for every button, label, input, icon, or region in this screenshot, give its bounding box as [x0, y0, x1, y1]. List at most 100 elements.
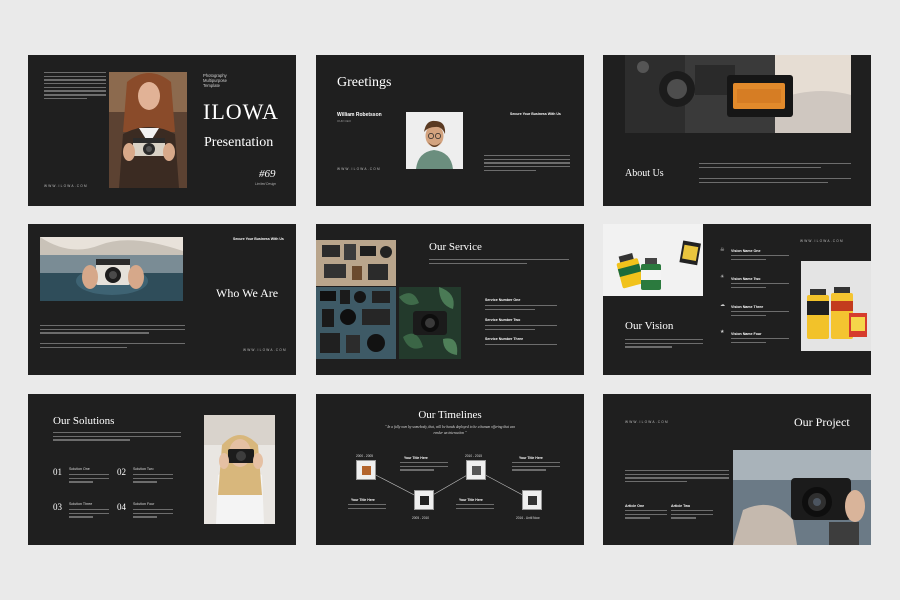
solution-4-text — [133, 509, 173, 520]
timeline-thumb-1 — [356, 460, 376, 480]
timeline-thumb-4 — [522, 490, 542, 510]
slide-our-service[interactable]: Our Service Service Number One Service N… — [316, 224, 584, 375]
timeline-title-1: Your Title Here — [351, 498, 375, 502]
who-we-are-title: Who We Are — [216, 286, 279, 300]
article-1-title: Article One — [625, 504, 645, 508]
our-service-intro — [429, 259, 569, 266]
our-project-paragraph — [625, 470, 729, 485]
solution-3-title: Solution Three — [69, 502, 93, 506]
slide-our-vision[interactable]: Our Vision WWW.ILOWA.COM ☠ Vision Name O… — [603, 224, 871, 375]
who-we-are-tagline: Secure Your Business With Us — [233, 237, 284, 241]
service-item-1-text — [485, 305, 557, 312]
website-url[interactable]: WWW.ILOWA.COM — [625, 420, 669, 424]
timeline-date-1: 2000 - 2005 — [356, 454, 374, 458]
sun-icon: ☀ — [720, 274, 725, 280]
cover-title: ILOWA — [203, 99, 279, 124]
solution-2-text — [133, 474, 173, 485]
greetings-title: Greetings — [337, 75, 392, 90]
our-service-title: Our Service — [429, 241, 482, 253]
website-url[interactable]: WWW.ILOWA.COM — [337, 167, 381, 171]
about-us-paragraph-2 — [699, 178, 851, 185]
solution-4-number: 04 — [117, 502, 126, 512]
gear-flatlay-photo — [316, 240, 396, 286]
our-vision-title: Our Vision — [625, 320, 674, 332]
vision-item-3-title: Vision Name Three — [731, 305, 764, 309]
film-canisters-photo — [801, 261, 871, 351]
article-2-text — [671, 510, 713, 521]
service-item-2-title: Service Number Two — [485, 318, 521, 322]
vision-item-1-text — [731, 255, 789, 262]
template-category: Photography Multipurpose Template — [203, 73, 227, 88]
intro-paragraph — [44, 72, 106, 102]
timeline-thumb-3 — [466, 460, 486, 480]
solution-1-number: 01 — [53, 467, 62, 477]
service-item-3-title: Service Number Three — [485, 337, 524, 341]
who-we-are-paragraph-2 — [40, 343, 185, 350]
vision-item-1-title: Vision Name One — [731, 249, 761, 253]
template-number-caption: Limited Design — [255, 182, 277, 186]
about-us-paragraph-1 — [699, 163, 851, 170]
slide-about-us[interactable]: About Us — [603, 55, 871, 206]
vision-item-2-text — [731, 283, 789, 290]
woman-camera-photo — [204, 415, 275, 524]
slide-cover[interactable]: Photography Multipurpose Template ILOWA … — [28, 55, 296, 206]
ceo-photo — [406, 112, 463, 169]
camera-in-hands-photo — [733, 450, 871, 545]
camera-leaves-photo — [399, 287, 461, 359]
vision-item-2-title: Vision Name Two — [731, 277, 761, 281]
about-us-title: About Us — [625, 168, 664, 179]
person-role: OUR CEO — [337, 119, 352, 123]
timeline-date-3: 2010 - 2015 — [465, 454, 483, 458]
our-solutions-intro — [53, 432, 181, 443]
our-project-title: Our Project — [794, 415, 850, 429]
cloud-icon: ☁ — [720, 302, 725, 308]
who-we-are-paragraph-1 — [40, 325, 185, 336]
timeline-thumb-2 — [414, 490, 434, 510]
template-number: #69 — [259, 168, 276, 180]
slide-who-we-are[interactable]: Secure Your Business With Us Who We Are … — [28, 224, 296, 375]
film-rolls-photo — [603, 224, 703, 296]
timeline-text-4 — [512, 462, 560, 473]
solution-3-number: 03 — [53, 502, 62, 512]
slide-our-project[interactable]: WWW.ILOWA.COM Our Project Article One Ar… — [603, 394, 871, 545]
website-url[interactable]: WWW.ILOWA.COM — [243, 348, 287, 352]
timeline-text-1 — [348, 504, 386, 511]
hands-camera-photo — [40, 237, 183, 301]
camera-closeup-photo — [625, 55, 851, 133]
our-vision-paragraph — [625, 339, 703, 350]
vision-item-4-text — [731, 338, 789, 345]
solution-1-text — [69, 474, 109, 485]
service-item-1-title: Service Number One — [485, 298, 521, 302]
timeline-date-4: 2016 - Until Now — [516, 516, 540, 520]
slide-our-solutions[interactable]: Our Solutions 01 Solution One 02 Solutio… — [28, 394, 296, 545]
solution-4-title: Solution Four — [133, 502, 155, 506]
greetings-paragraph — [484, 155, 570, 173]
timeline-text-3 — [456, 504, 494, 511]
solution-1-title: Solution One — [69, 467, 90, 471]
slide-greetings[interactable]: Greetings William Robetsson OUR CEO Secu… — [316, 55, 584, 206]
timeline-title-4: Your Title Here — [519, 456, 543, 460]
solution-2-number: 02 — [117, 467, 126, 477]
person-name: William Robetsson — [337, 112, 382, 118]
timeline-title-2: Your Title Here — [404, 456, 428, 460]
service-item-3-text — [485, 344, 557, 348]
cover-subtitle: Presentation — [204, 135, 274, 150]
timeline-text-2 — [400, 462, 448, 473]
service-item-2-text — [485, 325, 557, 332]
website-url[interactable]: WWW.ILOWA.COM — [44, 184, 88, 188]
equipment-grid-photo — [316, 287, 396, 359]
article-1-text — [625, 510, 667, 521]
timeline-title-3: Your Title Here — [459, 498, 483, 502]
solution-2-title: Solution Two — [133, 467, 154, 471]
website-url[interactable]: WWW.ILOWA.COM — [800, 239, 844, 243]
slide-our-timelines[interactable]: Our Timelines " In a fully own by somebo… — [316, 394, 584, 545]
vision-item-4-title: Vision Name Four — [731, 332, 762, 336]
skull-icon: ☠ — [720, 247, 725, 253]
cover-photo — [109, 72, 187, 188]
star-icon: ★ — [720, 329, 725, 335]
our-solutions-title: Our Solutions — [53, 415, 115, 427]
solution-3-text — [69, 509, 109, 520]
timeline-date-2: 2005 - 2010 — [412, 516, 430, 520]
greetings-tagline: Secure Your Business With Us — [510, 112, 561, 116]
vision-item-3-text — [731, 311, 789, 318]
